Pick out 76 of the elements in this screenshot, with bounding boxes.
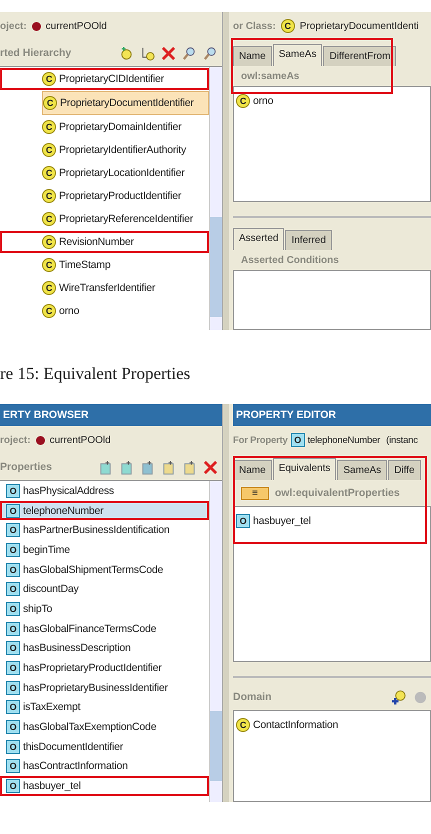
domain-title: Domain	[233, 691, 272, 703]
property-name: telephoneNumber	[308, 434, 380, 446]
class-list-item[interactable]: C ProprietaryProductIdentifier	[42, 185, 209, 207]
tab[interactable]: Name	[233, 46, 272, 66]
tab[interactable]: Inferred	[285, 230, 332, 250]
scrollbar[interactable]	[209, 67, 222, 330]
property-list-item[interactable]: O hasGlobalFinanceTermsCode	[6, 618, 209, 638]
figure-caption: re 15: Equivalent Properties	[0, 363, 192, 385]
class-list-item[interactable]: C ProprietaryDocumentIdentifier	[42, 91, 209, 115]
list-item[interactable]: O hasbuyer_tel	[236, 511, 430, 531]
for-label: For Property	[233, 434, 288, 446]
list-title: owl:equivalentProperties	[274, 487, 400, 499]
class-list-item[interactable]: C ProprietaryDomainIdentifier	[42, 116, 209, 138]
property-list-item[interactable]: O hasGlobalShipmentTermsCode	[6, 560, 209, 580]
class-name: ProprietaryDocumentIdenti	[300, 20, 419, 32]
class-list-item[interactable]: C ProprietaryIdentifierAuthority	[42, 139, 209, 161]
project-icon	[32, 22, 41, 30]
class-list-item[interactable]: C ProprietaryCIDIdentifier	[0, 68, 209, 90]
equivalent-badge: ≡	[241, 486, 269, 500]
tab[interactable]: SameAs	[337, 460, 388, 480]
search-icon[interactable]	[203, 46, 218, 60]
property-list-item[interactable]: O discountDay	[6, 579, 209, 600]
property-list-item[interactable]: O isTaxExempt	[6, 698, 209, 718]
subclass-icon[interactable]	[140, 46, 155, 60]
property-list-item[interactable]: O hasGlobalTaxExemptionCode	[6, 717, 209, 737]
class-list-item[interactable]: C ProprietaryLocationIdentifier	[42, 162, 209, 184]
add-property-icon[interactable]	[140, 460, 155, 474]
section-title: rted Hierarchy	[0, 47, 72, 59]
delete-icon[interactable]	[203, 460, 218, 474]
class-list-item[interactable]: C WireTransferIdentifier	[42, 277, 209, 299]
search-icon[interactable]	[182, 46, 197, 60]
property-list-item[interactable]: O hasPartnerBusinessIdentification	[6, 520, 209, 540]
conditions-title: Asserted Conditions	[240, 254, 340, 268]
project-label: oject:	[0, 20, 27, 32]
property-list-item[interactable]: O telephoneNumber	[0, 500, 209, 520]
scrollbar[interactable]	[209, 481, 222, 802]
property-list-item[interactable]: O hasProprietaryBusinessIdentifier	[6, 678, 209, 698]
tab[interactable]: Asserted	[233, 228, 284, 250]
panel-header: ERTY BROWSER	[0, 404, 222, 426]
property-list-item[interactable]: O hasPhysicalAddress	[6, 481, 209, 501]
class-badge: C	[280, 19, 295, 33]
panel-header: PROPERTY EDITOR	[233, 404, 431, 426]
section-title: Properties	[0, 461, 52, 473]
list-item[interactable]: C ContactInformation	[236, 715, 430, 735]
project-name: currentPOOld	[46, 20, 107, 32]
class-list-item[interactable]: C TimeStamp	[42, 254, 209, 276]
property-badge: O	[290, 433, 305, 447]
property-type: (instanc	[386, 434, 418, 446]
property-list-item[interactable]: O thisDocumentIdentifier	[6, 736, 209, 757]
property-list-item[interactable]: O shipTo	[6, 599, 209, 619]
tab[interactable]: Equivalents	[272, 458, 336, 480]
add-class-icon[interactable]	[119, 46, 134, 60]
list-item[interactable]: C orno	[236, 91, 430, 111]
add-class-icon[interactable]	[391, 690, 406, 704]
tab[interactable]: Name	[233, 460, 272, 480]
add-property-icon[interactable]	[161, 460, 176, 474]
project-name: currentPOOld	[50, 434, 111, 446]
project-label: roject:	[0, 434, 31, 446]
class-list-item[interactable]: C ProprietaryReferenceIdentifier	[42, 208, 209, 230]
delete-icon[interactable]	[161, 46, 176, 60]
property-list-item[interactable]: O hasBusinessDescription	[6, 638, 209, 658]
add-property-icon[interactable]	[119, 460, 134, 474]
list-title: owl:sameAs	[240, 70, 300, 84]
tab[interactable]: SameAs	[272, 44, 322, 66]
project-icon	[36, 436, 45, 444]
property-list-item[interactable]: O hasContractInformation	[6, 756, 209, 776]
for-label: or Class:	[233, 20, 276, 32]
add-property-icon[interactable]	[182, 460, 197, 474]
property-list-item[interactable]: O hasbuyer_tel	[0, 776, 209, 796]
class-list-item[interactable]: C orno	[42, 300, 209, 322]
property-list-item[interactable]: O beginTime	[6, 540, 209, 560]
tab[interactable]: Diffe	[388, 460, 421, 480]
class-list-item[interactable]: C RevisionNumber	[0, 231, 209, 253]
add-property-icon[interactable]	[98, 460, 113, 474]
tab[interactable]: DifferentFrom	[323, 46, 396, 66]
property-list-item[interactable]: O hasProprietaryProductIdentifier	[6, 658, 209, 678]
